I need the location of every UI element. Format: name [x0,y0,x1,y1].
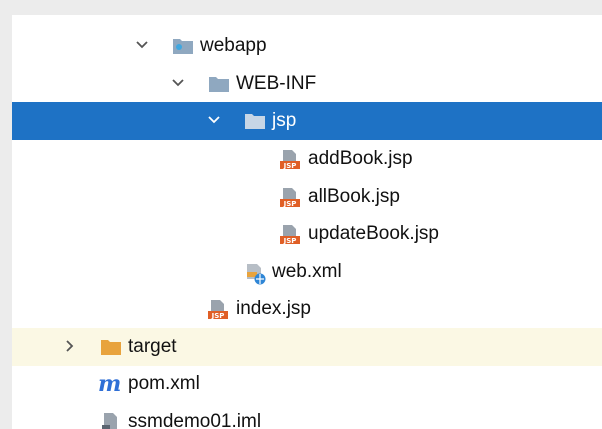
svg-text:JSP: JSP [283,237,297,245]
jsp-file-icon: JSP [279,150,301,170]
tree-item-label: addBook.jsp [308,148,413,169]
tree-item-label: index.jsp [236,298,311,319]
folder-icon [208,75,230,93]
tree-item-web-xml[interactable]: web.xml [12,253,602,291]
tree-item-label: ssmdemo01.iml [128,411,262,429]
chevron-down-icon[interactable] [170,75,186,91]
jsp-file-icon: JSP [279,188,301,208]
chevron-down-icon[interactable] [206,112,222,128]
tree-item-updatebook-jsp[interactable]: JSP updateBook.jsp [12,215,602,253]
tree-item-label: target [128,336,177,357]
tree-item-ssmdemo01-iml[interactable]: ssmdemo01.iml [12,403,602,429]
excluded-folder-icon [100,338,122,356]
tree-item-webapp[interactable]: webapp [12,27,602,65]
jsp-file-icon: JSP [279,225,301,245]
web-xml-icon [244,263,268,285]
project-tree-panel: webapp WEB-INF jsp JSP addBook.jsp JSP a… [12,15,602,429]
chevron-right-icon[interactable] [62,338,78,354]
folder-icon [244,112,266,130]
tree-item-label: pom.xml [128,373,200,394]
tree-item-jsp[interactable]: jsp [12,102,602,140]
svg-text:JSP: JSP [283,200,297,208]
svg-text:JSP: JSP [283,162,297,170]
tree-item-label: webapp [200,35,267,56]
tree-item-label: web.xml [272,261,342,282]
tree-item-label: allBook.jsp [308,186,400,207]
tree-item-label: updateBook.jsp [308,223,439,244]
tree-item-allbook-jsp[interactable]: JSP allBook.jsp [12,178,602,216]
web-folder-icon [172,37,194,55]
tree-item-web-inf[interactable]: WEB-INF [12,65,602,103]
tree-item-index-jsp[interactable]: JSP index.jsp [12,290,602,328]
tree-item-target[interactable]: target [12,328,602,366]
tree-item-addbook-jsp[interactable]: JSP addBook.jsp [12,140,602,178]
maven-icon: m [98,371,122,397]
svg-text:JSP: JSP [211,312,225,320]
iml-file-icon [100,413,122,429]
jsp-file-icon: JSP [207,300,229,320]
tree-item-label: WEB-INF [236,73,317,94]
chevron-down-icon[interactable] [134,37,150,53]
tree-item-pom-xml[interactable]: m pom.xml [12,365,602,403]
tree-item-label: jsp [272,110,297,131]
